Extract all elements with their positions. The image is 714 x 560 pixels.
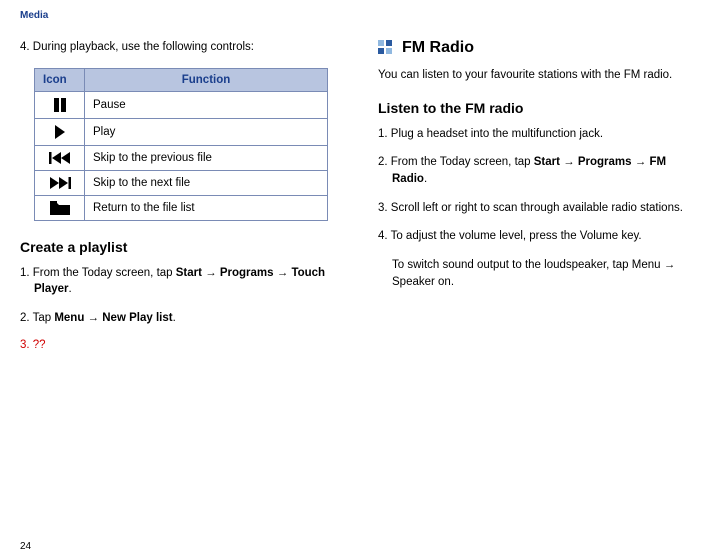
heading-fm-radio-text: FM Radio (402, 39, 474, 57)
table-cell-function: Skip to the previous file (85, 145, 328, 170)
table-cell-function: Return to the file list (85, 195, 328, 220)
table-cell-function: Skip to the next file (85, 170, 328, 195)
play-icon (35, 118, 85, 145)
playlist-step-2: 2. Tap Menu → New Play list. (20, 310, 328, 327)
table-cell-function: Play (85, 118, 328, 145)
page-number: 24 (20, 541, 31, 552)
playlist-step-3: 3. ?? (20, 339, 328, 351)
content-columns: 4. During playback, use the following co… (20, 39, 686, 351)
fm-intro: You can listen to your favourite station… (378, 67, 686, 84)
skip-next-icon (35, 170, 85, 195)
table-header-function: Function (85, 68, 328, 91)
playback-controls-table: Icon Function Pause Play (34, 68, 328, 221)
heading-listen-fm: Listen to the FM radio (378, 100, 686, 116)
fm-step-4-note: To switch sound output to the loudspeake… (378, 257, 686, 290)
table-row: Skip to the previous file (35, 145, 328, 170)
heading-fm-radio: FM Radio (378, 39, 686, 57)
table-row: Return to the file list (35, 195, 328, 220)
table-header-icon: Icon (35, 68, 85, 91)
playlist-step-1: 1. From the Today screen, tap Start → Pr… (20, 265, 328, 298)
fm-step-3: 3. Scroll left or right to scan through … (378, 200, 686, 217)
right-column: FM Radio You can listen to your favourit… (378, 39, 686, 351)
table-row: Play (35, 118, 328, 145)
pause-icon (35, 91, 85, 118)
fm-step-4: 4. To adjust the volume level, press the… (378, 228, 686, 245)
folder-icon (35, 195, 85, 220)
skip-prev-icon (35, 145, 85, 170)
table-row: Pause (35, 91, 328, 118)
fm-step-2: 2. From the Today screen, tap Start → Pr… (378, 154, 686, 187)
fm-step-1: 1. Plug a headset into the multifunction… (378, 126, 686, 143)
page-category: Media (20, 10, 686, 21)
heading-create-playlist: Create a playlist (20, 239, 328, 255)
section-squares-icon (378, 40, 394, 56)
playback-step-4: 4. During playback, use the following co… (20, 39, 328, 56)
table-cell-function: Pause (85, 91, 328, 118)
table-row: Skip to the next file (35, 170, 328, 195)
left-column: 4. During playback, use the following co… (20, 39, 328, 351)
